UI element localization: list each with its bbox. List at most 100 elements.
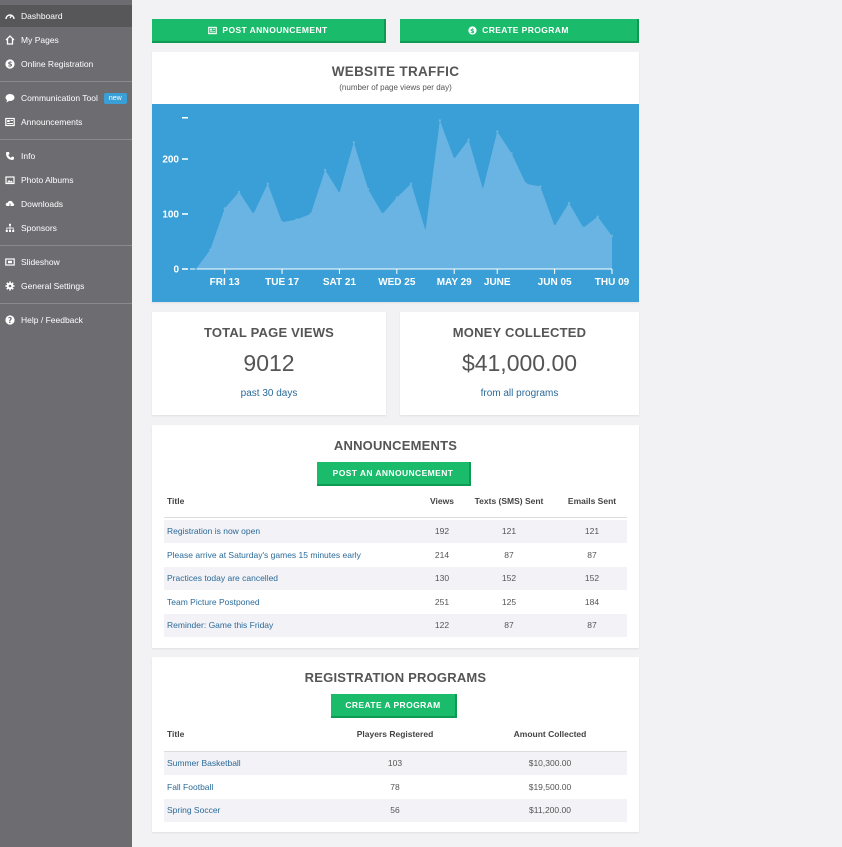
table-row: Registration is now open 192 121 121 xyxy=(164,520,627,543)
dollar-icon: $ xyxy=(468,25,477,34)
views-cell: 130 xyxy=(434,573,450,583)
dollar-icon: $ xyxy=(4,58,16,70)
data-point xyxy=(453,157,456,161)
views-cell: 122 xyxy=(434,620,450,630)
phone-icon xyxy=(4,150,16,162)
data-point xyxy=(467,138,470,141)
sidebar-item-help-feedback[interactable]: ? Help / Feedback xyxy=(0,309,132,331)
programs-title: REGISTRATION PROGRAMS xyxy=(304,670,487,685)
announcement-title-link[interactable]: Team Picture Postponed xyxy=(167,591,260,614)
views-cell: 192 xyxy=(434,526,450,536)
data-point xyxy=(524,182,528,185)
sidebar-item-label: Slideshow xyxy=(21,257,60,267)
data-point xyxy=(237,190,241,194)
cloud-download-icon xyxy=(4,198,16,210)
program-title-link[interactable]: Summer Basketball xyxy=(167,752,241,775)
sidebar-item-info[interactable]: Info xyxy=(0,145,132,167)
emails-cell: 87 xyxy=(587,549,597,560)
data-point xyxy=(395,196,399,199)
sidebar-item-label: Help / Feedback xyxy=(21,315,83,325)
data-point xyxy=(266,182,269,185)
post-an-announcement-button[interactable]: POST AN ANNOUNCEMENT xyxy=(317,462,471,486)
sidebar-item-label: Communication Tool xyxy=(21,93,98,103)
announcement-title-link[interactable]: Practices today are cancelled xyxy=(167,567,278,590)
texts-cell: 152 xyxy=(501,573,517,583)
gear-icon xyxy=(4,280,16,292)
create-program-button[interactable]: $ CREATE PROGRAM xyxy=(400,19,639,43)
sidebar-item-label: My Pages xyxy=(21,35,59,45)
chat-icon xyxy=(4,92,16,104)
money-value: $41,000.00 xyxy=(461,350,578,376)
sidebar-item-sponsors[interactable]: Sponsors xyxy=(0,217,132,239)
announcement-title-link[interactable]: Please arrive at Saturday's games 15 min… xyxy=(167,544,361,567)
data-point xyxy=(252,212,255,216)
amount-cell: $10,300.00 xyxy=(528,758,572,768)
data-point xyxy=(424,229,427,232)
announcements-title: ANNOUNCEMENTS xyxy=(333,438,458,453)
announcement-title-link[interactable]: Registration is now open xyxy=(167,520,260,543)
sidebar-item-label: Sponsors xyxy=(21,223,57,233)
svg-text:$: $ xyxy=(8,61,13,69)
sidebar-item-communication-tool[interactable]: Communication Tool new xyxy=(0,87,132,109)
sidebar-item-online-registration[interactable]: $ Online Registration xyxy=(0,53,132,75)
texts-cell: 87 xyxy=(504,549,514,560)
x-tick-label: TUE 17 xyxy=(265,277,299,288)
data-point xyxy=(567,201,571,205)
sidebar-item-downloads[interactable]: Downloads xyxy=(0,193,132,215)
data-point xyxy=(280,221,284,224)
money-sub: from all programs xyxy=(480,388,559,399)
svg-text:?: ? xyxy=(8,316,12,325)
program-title-link[interactable]: Fall Football xyxy=(167,776,213,799)
sidebar-item-my-pages[interactable]: My Pages xyxy=(0,29,132,51)
sidebar-item-dashboard[interactable]: Dashboard xyxy=(0,5,132,27)
x-tick-label: SAT 21 xyxy=(323,277,357,288)
col-players: Players Registered xyxy=(356,729,434,739)
page-views-sub: past 30 days xyxy=(240,388,298,399)
traffic-title: WEBSITE TRAFFIC xyxy=(331,64,460,79)
emails-cell: 87 xyxy=(587,620,597,630)
x-tick-label: FRI 13 xyxy=(210,277,240,288)
table-row: Please arrive at Saturday's games 15 min… xyxy=(164,544,627,567)
col-views: Views xyxy=(430,496,454,506)
x-tick-label: JUN 05 xyxy=(538,277,572,288)
players-cell: 103 xyxy=(387,758,403,768)
data-point xyxy=(582,226,585,229)
data-point xyxy=(610,234,614,238)
sidebar-item-photo-albums[interactable]: Photo Albums xyxy=(0,169,132,191)
data-point xyxy=(553,224,556,228)
data-point xyxy=(496,130,499,133)
create-a-program-button[interactable]: CREATE A PROGRAM xyxy=(331,694,457,718)
texts-cell: 121 xyxy=(501,526,517,536)
post-announcement-button[interactable]: POST ANNOUNCEMENT xyxy=(152,19,386,43)
newspaper-icon xyxy=(208,26,218,34)
announcement-title-link[interactable]: Reminder: Game this Friday xyxy=(167,614,273,637)
page-views-value: 9012 xyxy=(243,350,295,376)
gauge-icon xyxy=(4,10,16,22)
sidebar-item-general-settings[interactable]: General Settings xyxy=(0,275,132,297)
question-icon: ? xyxy=(4,314,16,326)
program-title-link[interactable]: Spring Soccer xyxy=(167,799,220,822)
data-point xyxy=(209,248,212,251)
table-row: Practices today are cancelled 130 152 152 xyxy=(164,567,627,590)
texts-cell: 87 xyxy=(504,620,514,630)
registration-programs-card: REGISTRATION PROGRAMS CREATE A PROGRAM T… xyxy=(152,657,639,832)
col-amount: Amount Collected xyxy=(513,729,587,739)
total-page-views-card: TOTAL PAGE VIEWS 9012 past 30 days xyxy=(152,312,386,415)
sidebar-item-announcements[interactable]: Announcements xyxy=(0,111,132,133)
sidebar-item-label: Downloads xyxy=(21,199,64,209)
y-tick-label: 0 xyxy=(173,265,179,276)
home-icon xyxy=(4,34,16,46)
x-tick-label: MAY 29 xyxy=(437,277,472,288)
x-tick-label: WED 25 xyxy=(378,277,416,288)
table-row: Fall Football 78 $19,500.00 xyxy=(164,776,627,799)
data-point xyxy=(481,188,485,191)
views-cell: 251 xyxy=(434,596,450,607)
data-point xyxy=(539,185,542,188)
players-cell: 56 xyxy=(390,805,400,815)
svg-text:$: $ xyxy=(470,27,475,34)
sidebar-divider xyxy=(0,139,132,140)
data-point xyxy=(510,152,513,155)
sidebar-item-slideshow[interactable]: Slideshow xyxy=(0,251,132,273)
col-title: Title xyxy=(167,729,185,739)
sidebar-divider xyxy=(0,303,132,304)
